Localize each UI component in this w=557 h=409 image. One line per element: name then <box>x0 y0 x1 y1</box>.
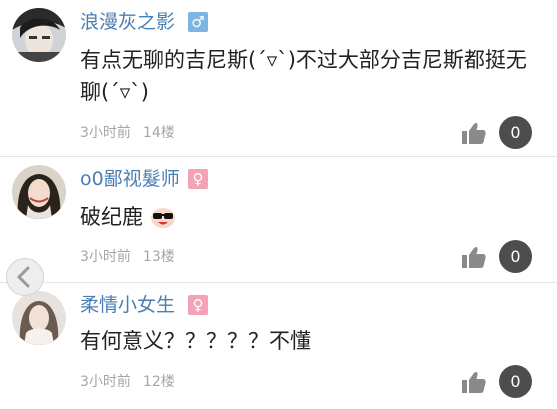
comment-meta: 3小时前 13楼 <box>80 248 175 266</box>
comment-text: 有何意义？？？？？不懂 <box>80 329 311 353</box>
comment-item: 柔情小女生 ♀ 有何意义？？？？？不懂 3小时前 12楼 0 <box>0 283 557 409</box>
gender-male-icon: ♂ <box>188 12 208 32</box>
floor-number: 12楼 <box>142 374 175 390</box>
gender-female-icon: ♀ <box>188 295 208 315</box>
timestamp: 3小时前 <box>80 249 131 265</box>
like-count-badge[interactable]: 0 <box>499 365 532 398</box>
comment-text-body: 破纪鹿 <box>80 205 143 229</box>
comment-text: 有点无聊的吉尼斯(´▿`)不过大部分吉尼斯都挺无聊(´▿`) <box>80 48 527 104</box>
sunglasses-emoji-icon <box>150 208 175 228</box>
thumbs-up-icon[interactable] <box>462 246 486 268</box>
comment-text: 破纪鹿 <box>80 201 540 233</box>
like-count-badge[interactable]: 0 <box>499 240 532 273</box>
comment-meta: 3小时前 14楼 <box>80 124 175 142</box>
gender-female-icon: ♀ <box>188 169 208 189</box>
username[interactable]: 浪漫灰之影 <box>80 10 175 34</box>
comment-item: o0鄙视髮师 ♀ 破纪鹿 3小时前 13楼 0 <box>0 157 557 282</box>
avatar[interactable] <box>12 291 66 345</box>
back-button[interactable] <box>6 258 44 296</box>
chevron-left-icon <box>17 266 30 288</box>
thumbs-up-icon[interactable] <box>462 371 486 393</box>
timestamp: 3小时前 <box>80 374 131 390</box>
floor-number: 14楼 <box>142 125 175 141</box>
thumbs-up-icon[interactable] <box>462 122 486 144</box>
comment-item: 浪漫灰之影 ♂ 有点无聊的吉尼斯(´▿`)不过大部分吉尼斯都挺无聊(´▿`) 3… <box>0 0 557 156</box>
like-count-badge[interactable]: 0 <box>499 116 532 149</box>
avatar[interactable] <box>12 8 66 62</box>
username[interactable]: o0鄙视髮师 <box>80 167 180 191</box>
floor-number: 13楼 <box>142 249 175 265</box>
comment-meta: 3小时前 12楼 <box>80 373 175 391</box>
username[interactable]: 柔情小女生 <box>80 293 175 317</box>
avatar[interactable] <box>12 165 66 219</box>
timestamp: 3小时前 <box>80 125 131 141</box>
